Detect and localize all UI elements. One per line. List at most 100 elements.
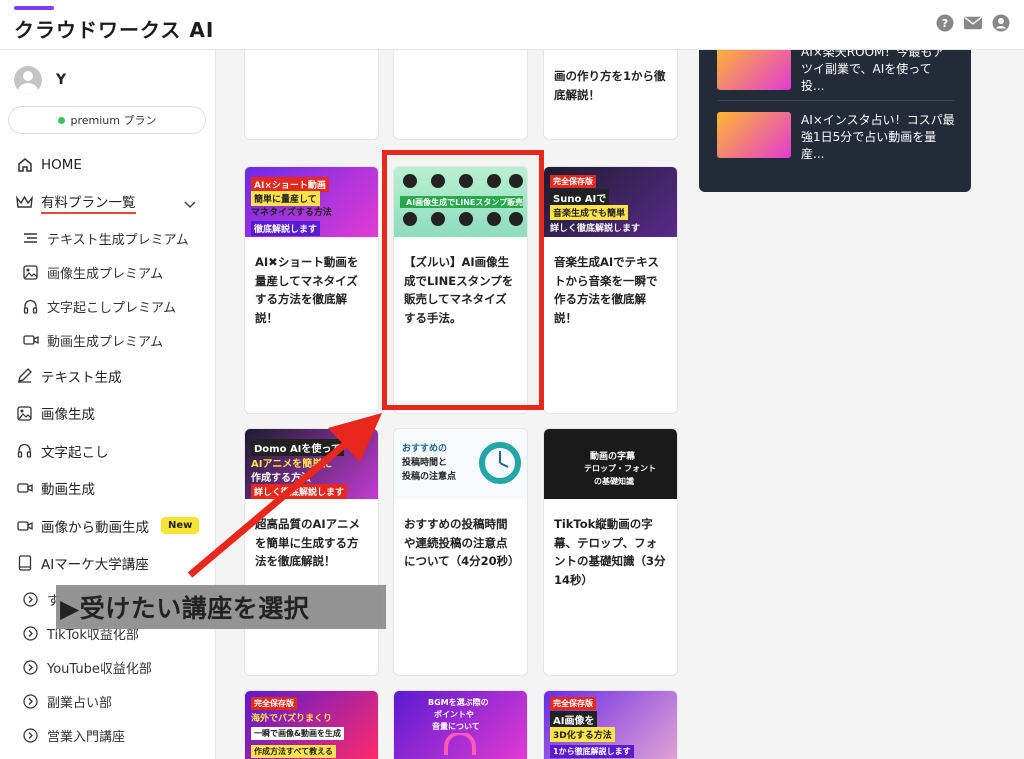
course-card[interactable]: 動画の字幕 テロップ・フォント の基礎知識 TikTok縦動画の字幕、テロップ、… bbox=[543, 428, 678, 676]
course-card[interactable]: 完全保存版 Suno AIで 音楽生成でも簡単 詳しく徹底解説します 音楽生成A… bbox=[543, 166, 678, 414]
circle-chevron-icon bbox=[22, 659, 39, 676]
sidebar-item-label: 営業入門講座 bbox=[47, 729, 126, 745]
sidebar-item-image-premium[interactable]: 画像生成プレミアム bbox=[0, 255, 216, 289]
sidebar-item-transcribe-premium[interactable]: 文字起こしプレミアム bbox=[0, 289, 216, 323]
course-card[interactable]: BGMを選ぶ際の ポイントや 音量について bbox=[393, 690, 528, 759]
sidebar-item-label: 画像生成 bbox=[41, 407, 95, 424]
new-badge: New bbox=[161, 517, 200, 535]
sidebar-item-label: YouTube収益化部 bbox=[47, 661, 152, 677]
related-item[interactable]: AI×インスタ占い！コスパ最強1日5分で占い動画を量産... bbox=[717, 112, 955, 163]
thumb-text: 音量について bbox=[432, 722, 480, 731]
thumb-text: 音楽生成でも簡単 bbox=[550, 205, 629, 220]
related-panel: AI×楽天ROOM！今最もアツイ副業で、AIを使って投... AI×インスタ占い… bbox=[699, 50, 971, 192]
logo-accent bbox=[14, 6, 54, 10]
headphone-icon bbox=[16, 442, 33, 459]
status-dot-icon bbox=[57, 116, 65, 124]
circle-chevron-icon bbox=[22, 591, 39, 608]
sidebar-item-transcribe[interactable]: 文字起こし bbox=[0, 432, 216, 470]
sidebar-item-label: 文字起こしプレミアム bbox=[47, 300, 177, 316]
course-card[interactable]: 完全保存版 海外でバズりまくり 一瞬で画像&動画を生成 作成方法すべて教える bbox=[244, 690, 379, 759]
course-card-title: 音楽生成AIでテキストから音楽を一瞬で作る方法を徹底解説！ bbox=[554, 255, 659, 325]
course-thumbnail: 完全保存版 海外でバズりまくり 一瞬で画像&動画を生成 作成方法すべて教える bbox=[245, 691, 378, 759]
mail-icon[interactable] bbox=[964, 14, 982, 32]
thumb-text: 一瞬で画像&動画を生成 bbox=[251, 727, 344, 740]
course-grid: 画の作り方を1から徹底解説！ AI×ショート動画 簡単に量産して マネタイズする… bbox=[216, 50, 1024, 759]
sidebar: Y premium プラン HOME 有料プラン一覧 テキスト生成プレミアム 画… bbox=[0, 50, 216, 759]
book-icon bbox=[16, 555, 33, 572]
sidebar-item-label: HOME bbox=[41, 156, 82, 173]
circle-chevron-icon bbox=[22, 693, 39, 710]
thumb-text: Domo AIを使って bbox=[251, 439, 344, 456]
course-card[interactable]: 完全保存版 AI画像を 3D化する方法 1から徹底解説します bbox=[543, 690, 678, 759]
related-title: AI×インスタ占い！コスパ最強1日5分で占い動画を量産... bbox=[801, 113, 955, 161]
user-profile[interactable]: Y bbox=[14, 66, 66, 94]
related-item[interactable]: AI×楽天ROOM！今最もアツイ副業で、AIを使って投... bbox=[717, 50, 955, 95]
sidebar-item-text-gen[interactable]: テキスト生成 bbox=[0, 357, 216, 395]
course-card-title: TikTok縦動画の字幕、テロップ、フォントの基礎知識（3分14秒） bbox=[554, 517, 666, 587]
sidebar-item-label: 画像から動画生成 bbox=[41, 519, 149, 536]
thumb-text: 動画の字幕 bbox=[590, 452, 636, 462]
circle-chevron-icon bbox=[22, 727, 39, 744]
video-icon bbox=[16, 480, 33, 497]
sidebar-item-image-gen[interactable]: 画像生成 bbox=[0, 395, 216, 433]
sidebar-item-label: テキスト生成 bbox=[41, 369, 122, 386]
sidebar-item-fortune[interactable]: 副業占い部 bbox=[0, 684, 216, 718]
related-thumbnail bbox=[717, 50, 791, 90]
sidebar-item-paid-plans[interactable]: 有料プラン一覧 bbox=[0, 184, 216, 222]
sidebar-item-label: 有料プラン一覧 bbox=[41, 191, 136, 214]
course-card-title: 超高品質のAIアニメを簡単に生成する方法を徹底解説！ bbox=[255, 517, 360, 568]
sidebar-item-video-premium[interactable]: 動画生成プレミアム bbox=[0, 323, 216, 357]
sidebar-item-video-gen[interactable]: 動画生成 bbox=[0, 470, 216, 508]
sidebar-nav: HOME 有料プラン一覧 テキスト生成プレミアム 画像生成プレミアム 文字起こし… bbox=[0, 146, 216, 752]
thumb-text: マネタイズする方法 bbox=[251, 208, 332, 218]
sidebar-item-youtube[interactable]: YouTube収益化部 bbox=[0, 650, 216, 684]
plan-label: premium プラン bbox=[70, 114, 157, 127]
sidebar-item-label: 動画生成プレミアム bbox=[47, 334, 164, 350]
course-card-title: 画の作り方を1から徹底解説！ bbox=[554, 69, 666, 102]
image-icon bbox=[22, 264, 39, 281]
course-thumbnail: BGMを選ぶ際の ポイントや 音量について bbox=[394, 691, 527, 759]
pen-icon bbox=[16, 367, 33, 384]
course-card[interactable] bbox=[393, 50, 528, 140]
account-icon[interactable] bbox=[992, 14, 1010, 32]
header-icons: ? bbox=[936, 14, 1010, 32]
app-header: クラウドワークス AI ? bbox=[0, 0, 1024, 50]
thumb-text: 簡単に量産して bbox=[251, 191, 320, 206]
clock-chart-icon bbox=[479, 442, 521, 484]
sidebar-item-text-premium[interactable]: テキスト生成プレミアム bbox=[0, 221, 216, 255]
crown-icon bbox=[16, 194, 33, 211]
sidebar-item-ai-marketing[interactable]: AIマーケ大学講座 bbox=[0, 545, 216, 583]
thumb-text: 完全保存版 bbox=[550, 697, 596, 710]
thumb-text: 完全保存版 bbox=[251, 697, 297, 710]
sidebar-item-home[interactable]: HOME bbox=[0, 146, 216, 184]
user-name: Y bbox=[56, 72, 67, 88]
image-icon bbox=[16, 405, 33, 422]
thumb-text: 1から徹底解説します bbox=[550, 745, 634, 758]
app-logo[interactable]: クラウドワークス AI bbox=[14, 14, 214, 43]
sidebar-item-sales[interactable]: 営業入門講座 bbox=[0, 718, 216, 752]
video-icon bbox=[16, 517, 33, 534]
course-card[interactable] bbox=[244, 50, 379, 140]
course-card[interactable]: 画の作り方を1から徹底解説！ bbox=[543, 50, 678, 140]
course-card[interactable]: おすすめの 投稿時間と 投稿の注意点 おすすめの投稿時間や連続投稿の注意点につい… bbox=[393, 428, 528, 676]
svg-text:?: ? bbox=[942, 17, 948, 30]
chevron-down-icon[interactable] bbox=[184, 197, 196, 213]
thumb-text: 完全保存版 bbox=[550, 175, 596, 188]
course-thumbnail: AI×ショート動画 簡単に量産して マネタイズする方法 徹底解説します bbox=[245, 167, 378, 237]
related-title: AI×楽天ROOM！今最もアツイ副業で、AIを使って投... bbox=[801, 50, 945, 93]
thumb-text: 作成する方法 bbox=[251, 473, 311, 484]
highlight-box bbox=[382, 150, 544, 410]
thumb-text: 3D化する方法 bbox=[550, 727, 615, 742]
divider bbox=[717, 100, 955, 101]
course-card[interactable]: AI×ショート動画 簡単に量産して マネタイズする方法 徹底解説します AI✖シ… bbox=[244, 166, 379, 414]
thumb-text: 詳しく徹底解説します bbox=[251, 484, 348, 499]
sidebar-item-image-to-video[interactable]: 画像から動画生成 New bbox=[0, 507, 216, 545]
headphones-icon bbox=[444, 733, 476, 755]
sidebar-item-label: 副業占い部 bbox=[47, 695, 113, 711]
thumb-text: AIアニメを簡単に bbox=[251, 459, 333, 470]
thumb-text: ポイントや bbox=[434, 710, 474, 719]
help-icon[interactable]: ? bbox=[936, 14, 954, 32]
course-thumbnail: 完全保存版 Suno AIで 音楽生成でも簡単 詳しく徹底解説します bbox=[544, 167, 677, 237]
thumb-text: Suno AIで bbox=[550, 189, 610, 206]
course-card[interactable]: Domo AIを使って AIアニメを簡単に 作成する方法 詳しく徹底解説します … bbox=[244, 428, 379, 676]
